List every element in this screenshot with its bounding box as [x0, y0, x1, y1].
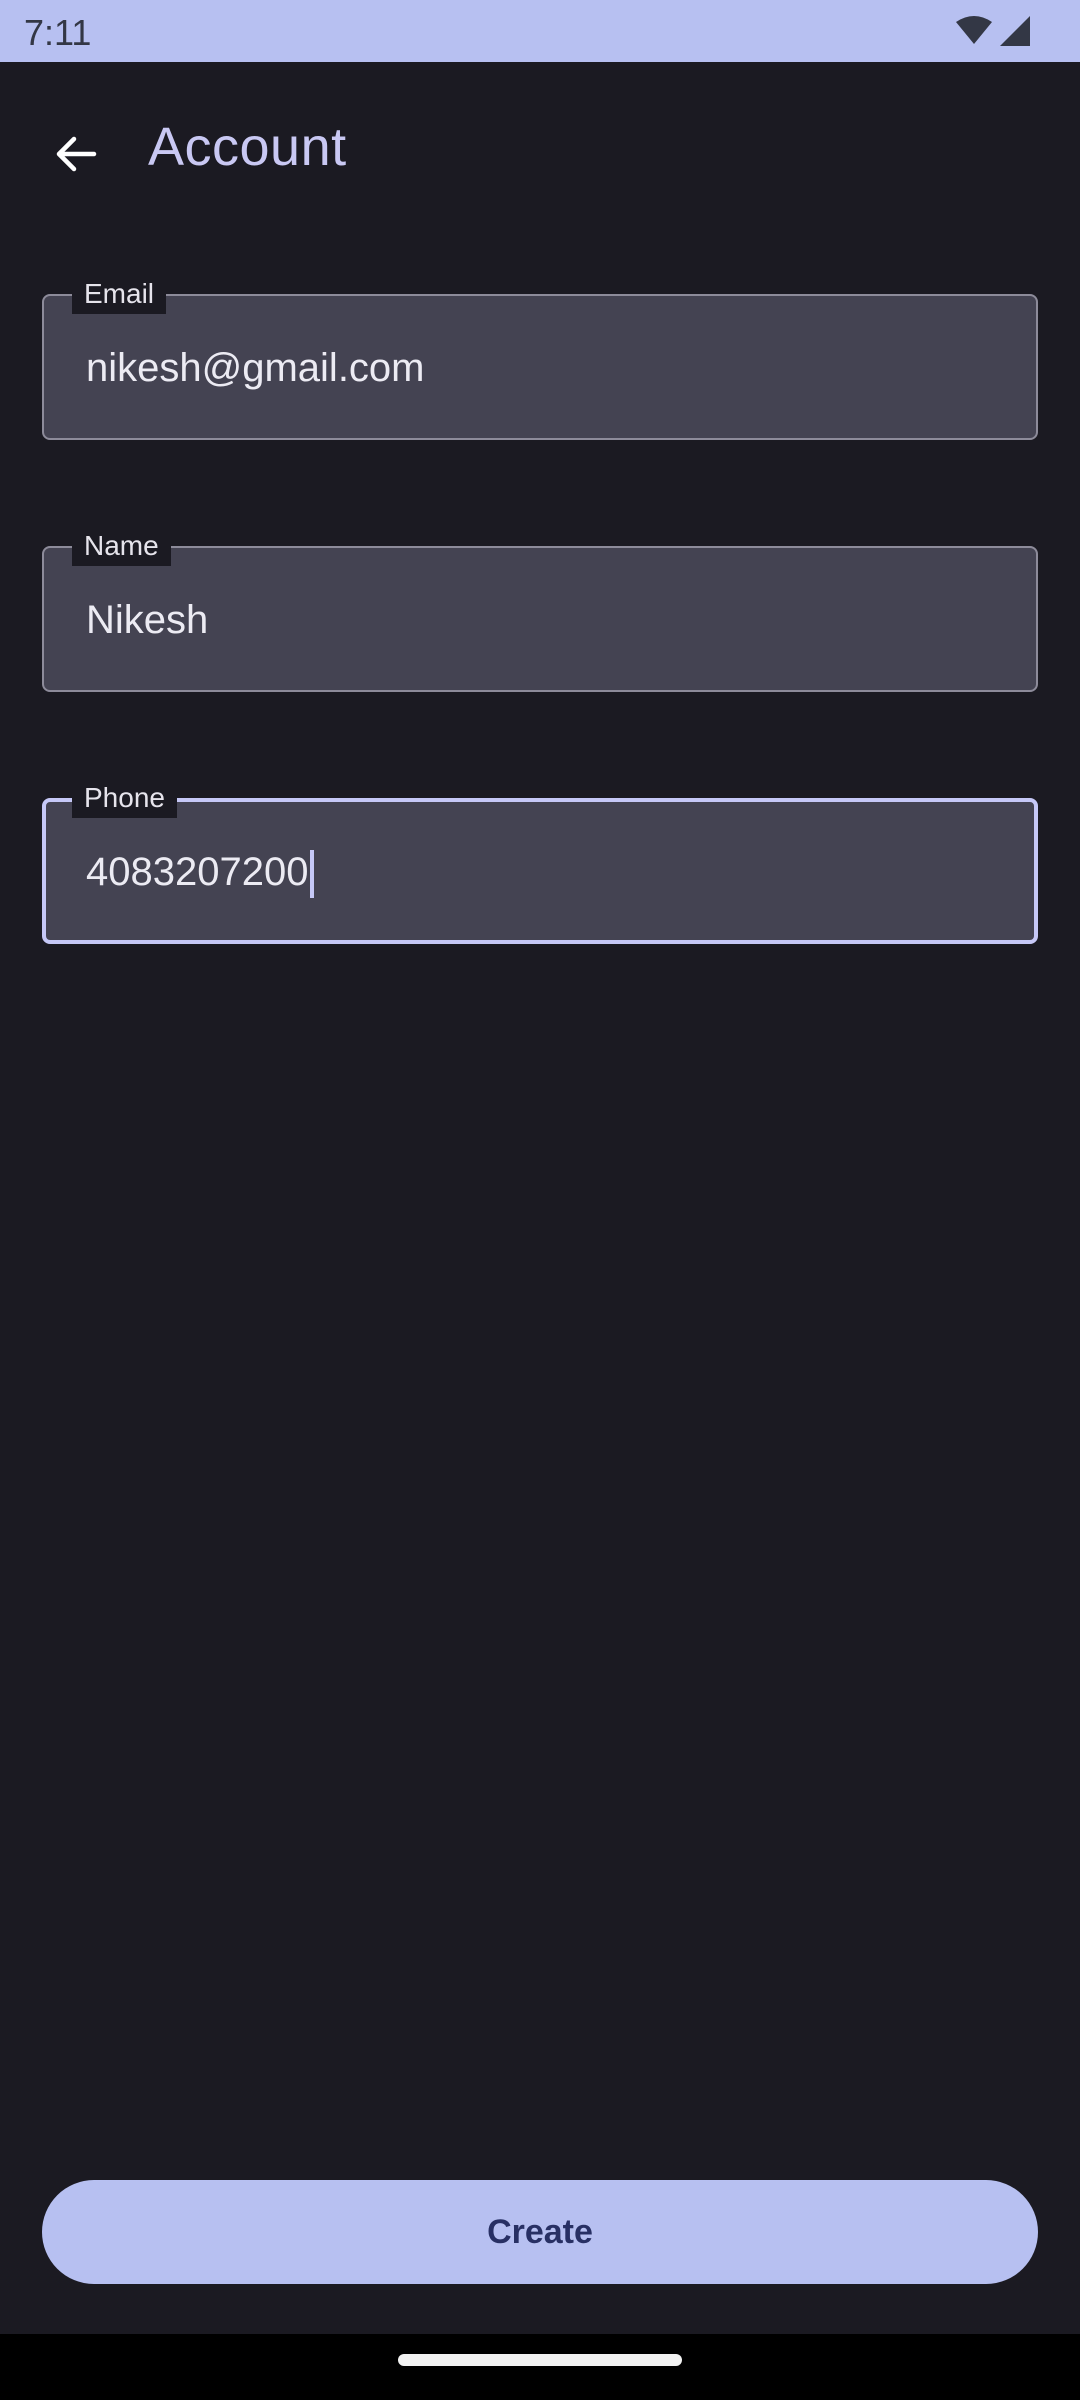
create-button[interactable]: Create [42, 2180, 1038, 2284]
top-app-bar: Account [0, 62, 1080, 238]
home-indicator[interactable] [398, 2354, 682, 2366]
wifi-icon [956, 16, 1030, 46]
email-field[interactable]: Email nikesh@gmail.com [42, 274, 1038, 440]
text-cursor [310, 850, 315, 899]
page-title: Account [148, 117, 347, 177]
status-icons [954, 14, 1034, 48]
account-screen: 7:11 Account Email nikesh@gmail.com Name… [0, 0, 1080, 2400]
phone-field[interactable]: Phone 4083207200 [42, 778, 1038, 944]
cellular-signal-icon [1000, 16, 1030, 46]
name-field[interactable]: Name Nikesh [42, 526, 1038, 692]
status-bar: 7:11 [0, 0, 1080, 62]
status-time: 7:11 [24, 12, 92, 53]
name-field-label: Name [72, 526, 171, 566]
arrow-back-icon [56, 136, 97, 172]
navigation-bar [0, 2334, 1080, 2400]
phone-field-value[interactable]: 4083207200 [86, 850, 308, 894]
back-button[interactable] [36, 114, 116, 194]
phone-field-value-wrapper[interactable]: 4083207200 [86, 846, 315, 899]
email-field-label: Email [72, 274, 167, 314]
name-field-value[interactable]: Nikesh [86, 594, 208, 646]
phone-field-label: Phone [72, 778, 177, 818]
email-field-value[interactable]: nikesh@gmail.com [86, 342, 425, 394]
